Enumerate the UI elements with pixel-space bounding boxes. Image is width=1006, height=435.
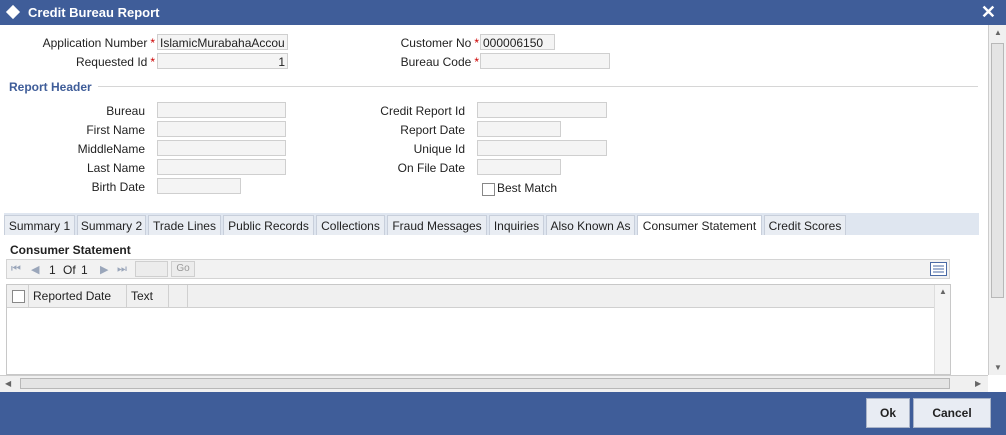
grid-header: Reported Date Text xyxy=(7,285,935,308)
tab-bar: Summary 1 Summary 2 Trade Lines Public R… xyxy=(4,213,979,235)
scroll-down-icon[interactable]: ▼ xyxy=(994,363,1002,372)
tab-collections[interactable]: Collections xyxy=(316,215,385,235)
customer-no-field[interactable]: 000006150 xyxy=(480,34,555,50)
first-page-icon[interactable]: ⏮ xyxy=(11,263,21,276)
requested-id-label: Requested Id * xyxy=(75,55,155,69)
section-divider xyxy=(98,86,978,87)
on-file-date-field[interactable] xyxy=(477,159,561,175)
consumer-statement-title: Consumer Statement xyxy=(10,243,131,257)
report-header-title: Report Header xyxy=(9,80,92,94)
tab-credit-scores[interactable]: Credit Scores xyxy=(764,215,846,235)
report-date-label: Report Date xyxy=(400,123,465,137)
bureau-field[interactable] xyxy=(157,102,286,118)
title-bar: Credit Bureau Report ✕ xyxy=(0,0,1006,25)
column-settings-icon[interactable] xyxy=(930,262,947,276)
ok-button[interactable]: Ok xyxy=(866,398,910,428)
last-name-field[interactable] xyxy=(157,159,286,175)
page-jump-input[interactable] xyxy=(135,261,168,277)
next-page-icon[interactable]: ▶ xyxy=(100,263,108,276)
page-current: 1 xyxy=(49,263,56,277)
scroll-up-icon[interactable]: ▲ xyxy=(994,28,1002,37)
pager-bar: ⏮ ◀ 1 Of 1 ▶ ⏭ Go xyxy=(6,259,950,279)
page-of-label: Of xyxy=(63,263,76,277)
horizontal-scroll-thumb[interactable] xyxy=(20,378,950,389)
vertical-scroll-thumb[interactable] xyxy=(991,43,1004,298)
close-icon[interactable]: ✕ xyxy=(981,2,996,23)
tab-trade-lines[interactable]: Trade Lines xyxy=(148,215,221,235)
tab-also-known-as[interactable]: Also Known As xyxy=(546,215,635,235)
report-date-field[interactable] xyxy=(477,121,561,137)
first-name-field[interactable] xyxy=(157,121,286,137)
dialog-footer: Ok Cancel xyxy=(0,392,1006,435)
requested-id-field[interactable]: 1 xyxy=(157,53,288,69)
unique-id-label: Unique Id xyxy=(413,142,465,156)
grid-vertical-scrollbar[interactable]: ▲ xyxy=(934,285,950,374)
column-header-text[interactable]: Text xyxy=(127,285,169,307)
window-diamond-icon xyxy=(5,4,21,20)
tab-summary-2[interactable]: Summary 2 xyxy=(77,215,146,235)
horizontal-scrollbar[interactable]: ◀ ▶ xyxy=(0,375,988,392)
bureau-code-field[interactable] xyxy=(480,53,610,69)
birth-date-label: Birth Date xyxy=(91,180,145,194)
scroll-left-icon[interactable]: ◀ xyxy=(5,379,11,388)
page-total: 1 xyxy=(81,263,88,277)
tab-public-records[interactable]: Public Records xyxy=(223,215,314,235)
tab-summary-1[interactable]: Summary 1 xyxy=(4,215,75,235)
prev-page-icon[interactable]: ◀ xyxy=(31,263,39,276)
application-number-field[interactable]: IslamicMurabahaAccou xyxy=(157,34,288,50)
middle-name-field[interactable] xyxy=(157,140,286,156)
window-title: Credit Bureau Report xyxy=(28,5,160,20)
column-header-reported-date[interactable]: Reported Date xyxy=(29,285,127,307)
last-name-label: Last Name xyxy=(86,161,145,175)
tab-fraud-messages[interactable]: Fraud Messages xyxy=(387,215,487,235)
birth-date-field[interactable] xyxy=(157,178,241,194)
column-header-spacer xyxy=(169,285,188,307)
credit-report-id-field[interactable] xyxy=(477,102,607,118)
middle-name-label: MiddleName xyxy=(77,142,145,156)
last-page-icon[interactable]: ⏭ xyxy=(117,263,127,276)
application-number-label: Application Number * xyxy=(42,36,155,50)
scroll-right-icon[interactable]: ▶ xyxy=(975,379,981,388)
consumer-statement-grid: Reported Date Text ▲ xyxy=(6,284,951,375)
go-button[interactable]: Go xyxy=(171,261,195,277)
select-all-checkbox[interactable] xyxy=(12,290,25,303)
bureau-code-label: Bureau Code * xyxy=(400,55,479,69)
tab-consumer-statement[interactable]: Consumer Statement xyxy=(637,215,762,235)
grid-scroll-up-icon[interactable]: ▲ xyxy=(939,287,947,296)
customer-no-label: Customer No * xyxy=(400,36,479,50)
cancel-button[interactable]: Cancel xyxy=(913,398,991,428)
select-all-cell xyxy=(7,285,29,307)
first-name-label: First Name xyxy=(86,123,145,137)
vertical-scrollbar[interactable]: ▲ ▼ xyxy=(988,25,1006,375)
best-match-label: Best Match xyxy=(497,181,558,195)
on-file-date-label: On File Date xyxy=(397,161,465,175)
unique-id-field[interactable] xyxy=(477,140,607,156)
dialog-content: Application Number * IslamicMurabahaAccou… xyxy=(0,25,988,375)
tab-inquiries[interactable]: Inquiries xyxy=(489,215,544,235)
best-match-checkbox[interactable] xyxy=(482,183,495,196)
bureau-label: Bureau xyxy=(106,104,145,118)
credit-report-id-label: Credit Report Id xyxy=(380,104,465,118)
